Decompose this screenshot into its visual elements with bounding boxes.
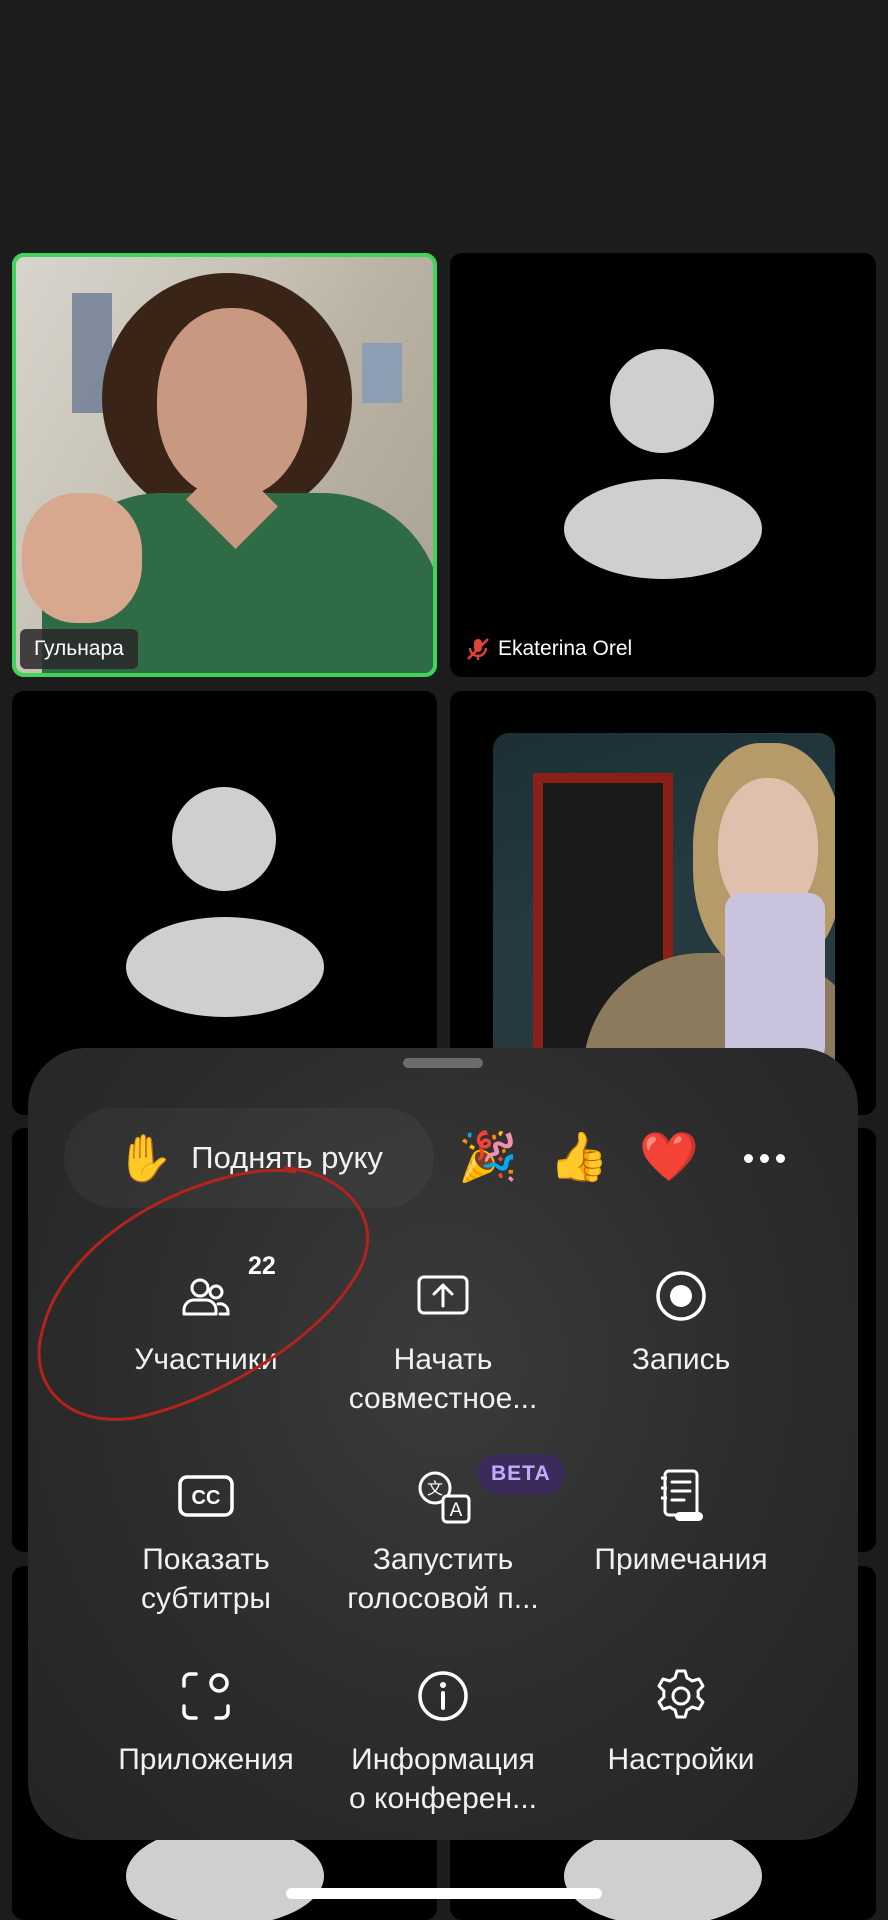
settings-button[interactable]: Настройки xyxy=(543,1666,819,1846)
info-icon xyxy=(418,1671,468,1721)
captions-button[interactable]: CC Показать субтитры xyxy=(68,1466,344,1646)
avatar-placeholder-head xyxy=(172,787,276,891)
muted-mic-icon xyxy=(467,638,489,660)
more-reactions-button[interactable] xyxy=(734,1128,794,1188)
voice-translation-label: Запустить голосовой п... xyxy=(347,1543,539,1615)
settings-icon xyxy=(657,1669,705,1719)
svg-text:文: 文 xyxy=(427,1479,443,1498)
apps-button[interactable]: Приложения xyxy=(68,1666,344,1846)
more-horizontal-icon xyxy=(743,1153,753,1163)
avatar-placeholder-body xyxy=(564,479,762,579)
svg-text:A: A xyxy=(450,1500,463,1521)
reaction-heart-button[interactable]: ❤️ xyxy=(634,1128,704,1188)
record-icon xyxy=(656,1271,706,1321)
meeting-info-label: Информация о конферен... xyxy=(348,1743,538,1815)
notes-label: Примечания xyxy=(594,1543,768,1576)
sheet-grabber[interactable] xyxy=(403,1058,483,1068)
apps-icon xyxy=(182,1672,230,1720)
avatar-placeholder-head xyxy=(610,349,714,453)
participant-tile-1[interactable]: Гульнара xyxy=(12,253,437,677)
home-indicator[interactable] xyxy=(286,1888,602,1899)
closed-captions-icon: CC xyxy=(178,1475,234,1517)
participant-name-tag: Ekaterina Orel xyxy=(458,629,638,669)
share-screen-icon xyxy=(417,1275,469,1315)
participant-name: Ekaterina Orel xyxy=(498,637,633,660)
apps-label: Приложения xyxy=(118,1743,294,1776)
notes-button[interactable]: Примечания xyxy=(543,1466,819,1646)
captions-label: Показать субтитры xyxy=(140,1543,271,1615)
participant-name-tag: Гульнара xyxy=(20,629,138,669)
reaction-party-popper-button[interactable]: 🎉 xyxy=(453,1128,523,1188)
participant-name: Гульнара xyxy=(34,637,124,660)
meeting-info-button[interactable]: Информация о конферен... xyxy=(305,1666,581,1846)
speaking-indicator xyxy=(12,253,437,677)
record-label: Запись xyxy=(631,1343,731,1376)
participant-tile-2[interactable]: Ekaterina Orel xyxy=(450,253,876,677)
voice-translation-button[interactable]: 文 A BETA Запустить голосовой п... xyxy=(305,1454,581,1646)
translate-icon: 文 A xyxy=(418,1471,471,1524)
notes-icon xyxy=(661,1469,703,1521)
reaction-thumbs-up-button[interactable]: 👍 xyxy=(544,1128,614,1188)
annotation-circle xyxy=(37,1166,370,1421)
record-button[interactable]: Запись xyxy=(543,1266,819,1446)
settings-label: Настройки xyxy=(607,1743,755,1776)
avatar-placeholder-body xyxy=(126,917,324,1017)
svg-text:CC: CC xyxy=(192,1487,221,1509)
